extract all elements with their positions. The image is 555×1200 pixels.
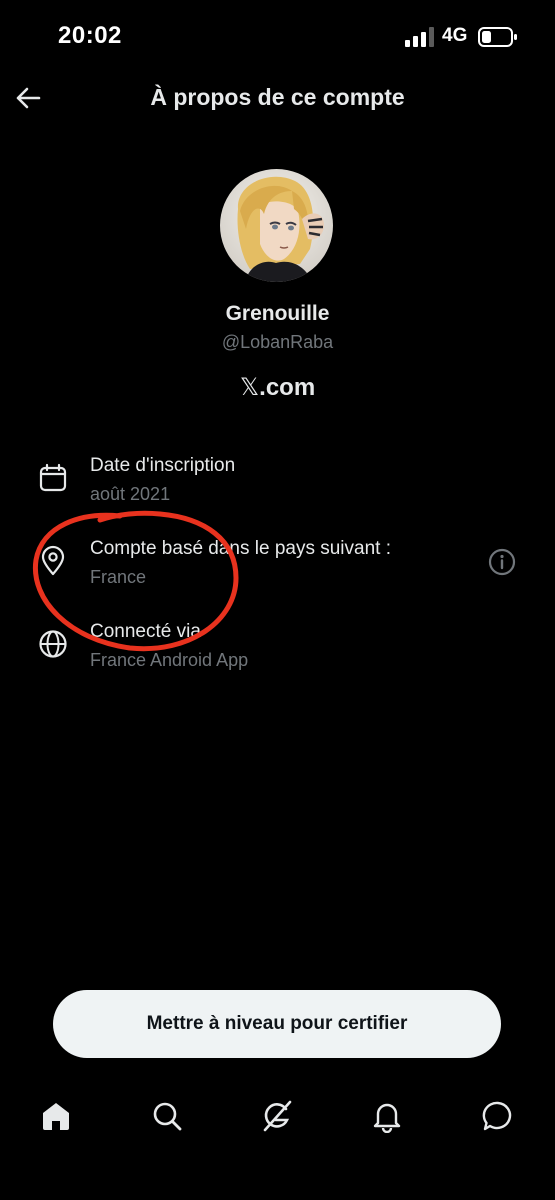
domain-label: 𝕏.com [0,373,555,402]
bell-icon[interactable] [370,1099,404,1133]
messages-icon[interactable] [481,1099,515,1133]
connected-via-label: Connecté via [90,621,201,642]
location-pin-icon [41,545,65,576]
search-icon[interactable] [150,1099,184,1133]
home-icon[interactable] [39,1099,73,1133]
display-name: Grenouille [225,302,330,325]
network-type: 4G [442,25,468,46]
joined-label: Date d'inscription [90,455,236,476]
x-logo: 𝕏 [239,373,260,401]
country-value: France [90,567,147,587]
country-label: Compte basé dans le pays suivant : [90,538,392,559]
globe-icon [39,630,67,658]
signal-bars-icon [405,27,434,47]
domain-suffix: .com [259,374,316,401]
calendar-icon [39,463,67,492]
battery-icon [478,27,517,47]
joined-value: août 2021 [90,484,171,504]
connected-via-value: France Android App [90,650,249,670]
status-time: 20:02 [58,22,122,49]
grok-icon[interactable] [260,1099,294,1133]
upgrade-button[interactable]: Mettre à niveau pour certifier [53,990,501,1058]
handle: @LobanRaba [221,332,334,352]
avatar[interactable] [220,169,333,282]
info-circle-icon[interactable] [487,547,517,577]
page-title: À propos de ce compte [150,84,405,110]
avatar-image [220,169,333,282]
